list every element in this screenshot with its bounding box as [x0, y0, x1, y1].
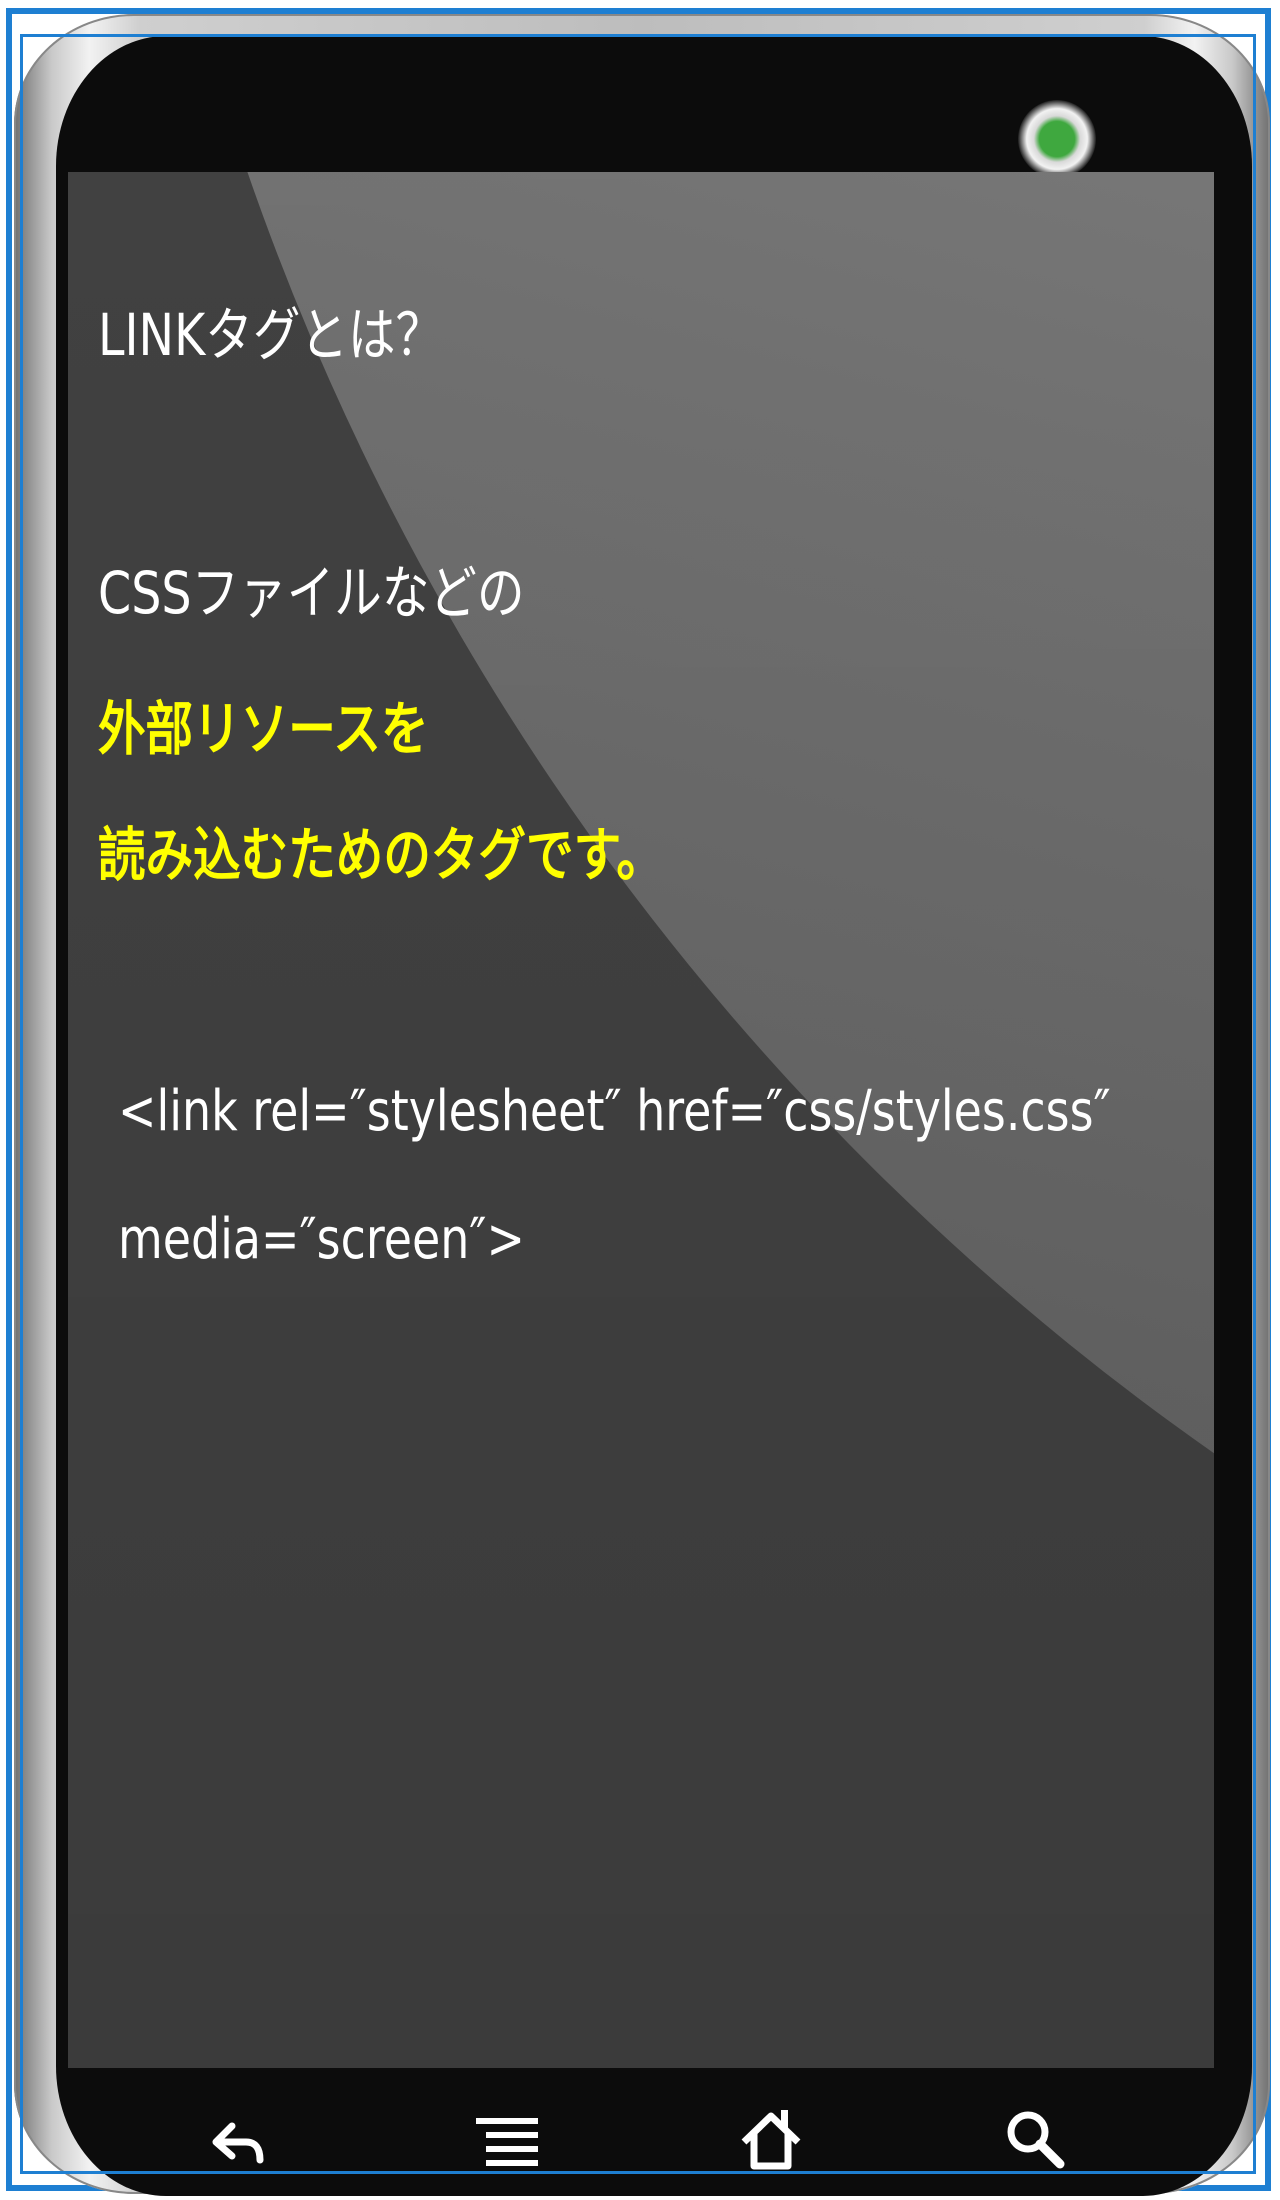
inner-frame-border	[20, 34, 1256, 2174]
